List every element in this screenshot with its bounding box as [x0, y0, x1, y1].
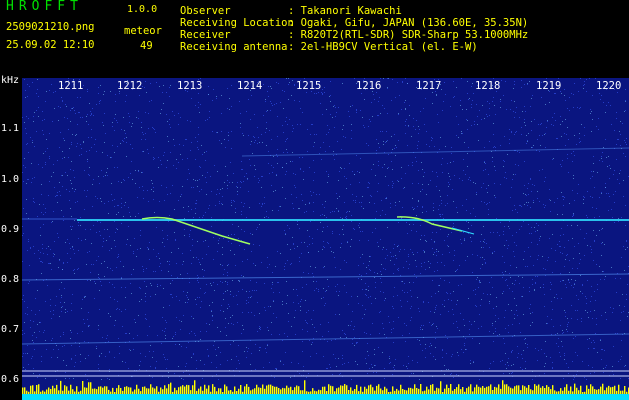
- time-tick-1213: 1213: [177, 80, 203, 92]
- freq-tick-0-9: 0.9: [1, 224, 20, 235]
- time-tick-1220: 1220: [596, 80, 622, 92]
- antenna-value: : 2el-HB9CV Vertical (el. E-W): [288, 41, 478, 53]
- spectrogram-canvas: [22, 78, 629, 400]
- time-tick-1219: 1219: [536, 80, 562, 92]
- spectrogram: [22, 78, 629, 400]
- time-tick-1214: 1214: [237, 80, 263, 92]
- freq-tick-0-6: 0.6: [1, 374, 20, 385]
- faint-trace-1-05: [241, 147, 629, 157]
- date-time: 25.09.02 12:10: [6, 39, 95, 51]
- location-value: : Ogaki, Gifu, JAPAN (136.60E, 35.35N): [288, 17, 529, 29]
- freq-tick-0-7: 0.7: [1, 324, 20, 335]
- frequency-unit: kHz: [1, 75, 20, 86]
- meteor-echo-3: [451, 227, 475, 235]
- signal-baseline: [22, 394, 629, 400]
- meteor-label: meteor: [124, 25, 162, 37]
- freq-tick-0-8: 0.8: [1, 274, 20, 285]
- meteor-count: 49: [140, 40, 153, 52]
- location-label: Receiving Location: [180, 17, 294, 29]
- time-tick-1218: 1218: [475, 80, 501, 92]
- freq-tick-1-1: 1.1: [1, 123, 20, 134]
- receiver-label: Receiver: [180, 29, 231, 41]
- antenna-label: Receiving antenna: [180, 41, 288, 53]
- time-tick-1212: 1212: [117, 80, 143, 92]
- time-tick-1216: 1216: [356, 80, 382, 92]
- observer-label: Observer: [180, 5, 231, 17]
- receiver-value: : R820T2(RTL-SDR) SDR-Sharp 53.1000MHz: [288, 29, 529, 41]
- time-tick-1215: 1215: [296, 80, 322, 92]
- observer-value: : Takanori Kawachi: [288, 5, 402, 17]
- app-version: 1.0.0: [127, 4, 158, 15]
- faint-trace-0-7: [22, 333, 629, 345]
- noise-bright: [23, 78, 629, 380]
- freq-tick-1-0: 1.0: [1, 174, 20, 185]
- file-name: 2509021210.png: [6, 21, 95, 33]
- noise-speckle: [22, 78, 629, 380]
- meteor-echo-1: [141, 216, 251, 245]
- header-panel: HROFFT 1.0.0 2509021210.png meteor 25.09…: [0, 0, 629, 78]
- time-tick-1211: 1211: [58, 80, 84, 92]
- signal-level-bars: [22, 380, 629, 394]
- time-tick-1217: 1217: [416, 80, 442, 92]
- app-logo: HROFFT: [6, 0, 83, 14]
